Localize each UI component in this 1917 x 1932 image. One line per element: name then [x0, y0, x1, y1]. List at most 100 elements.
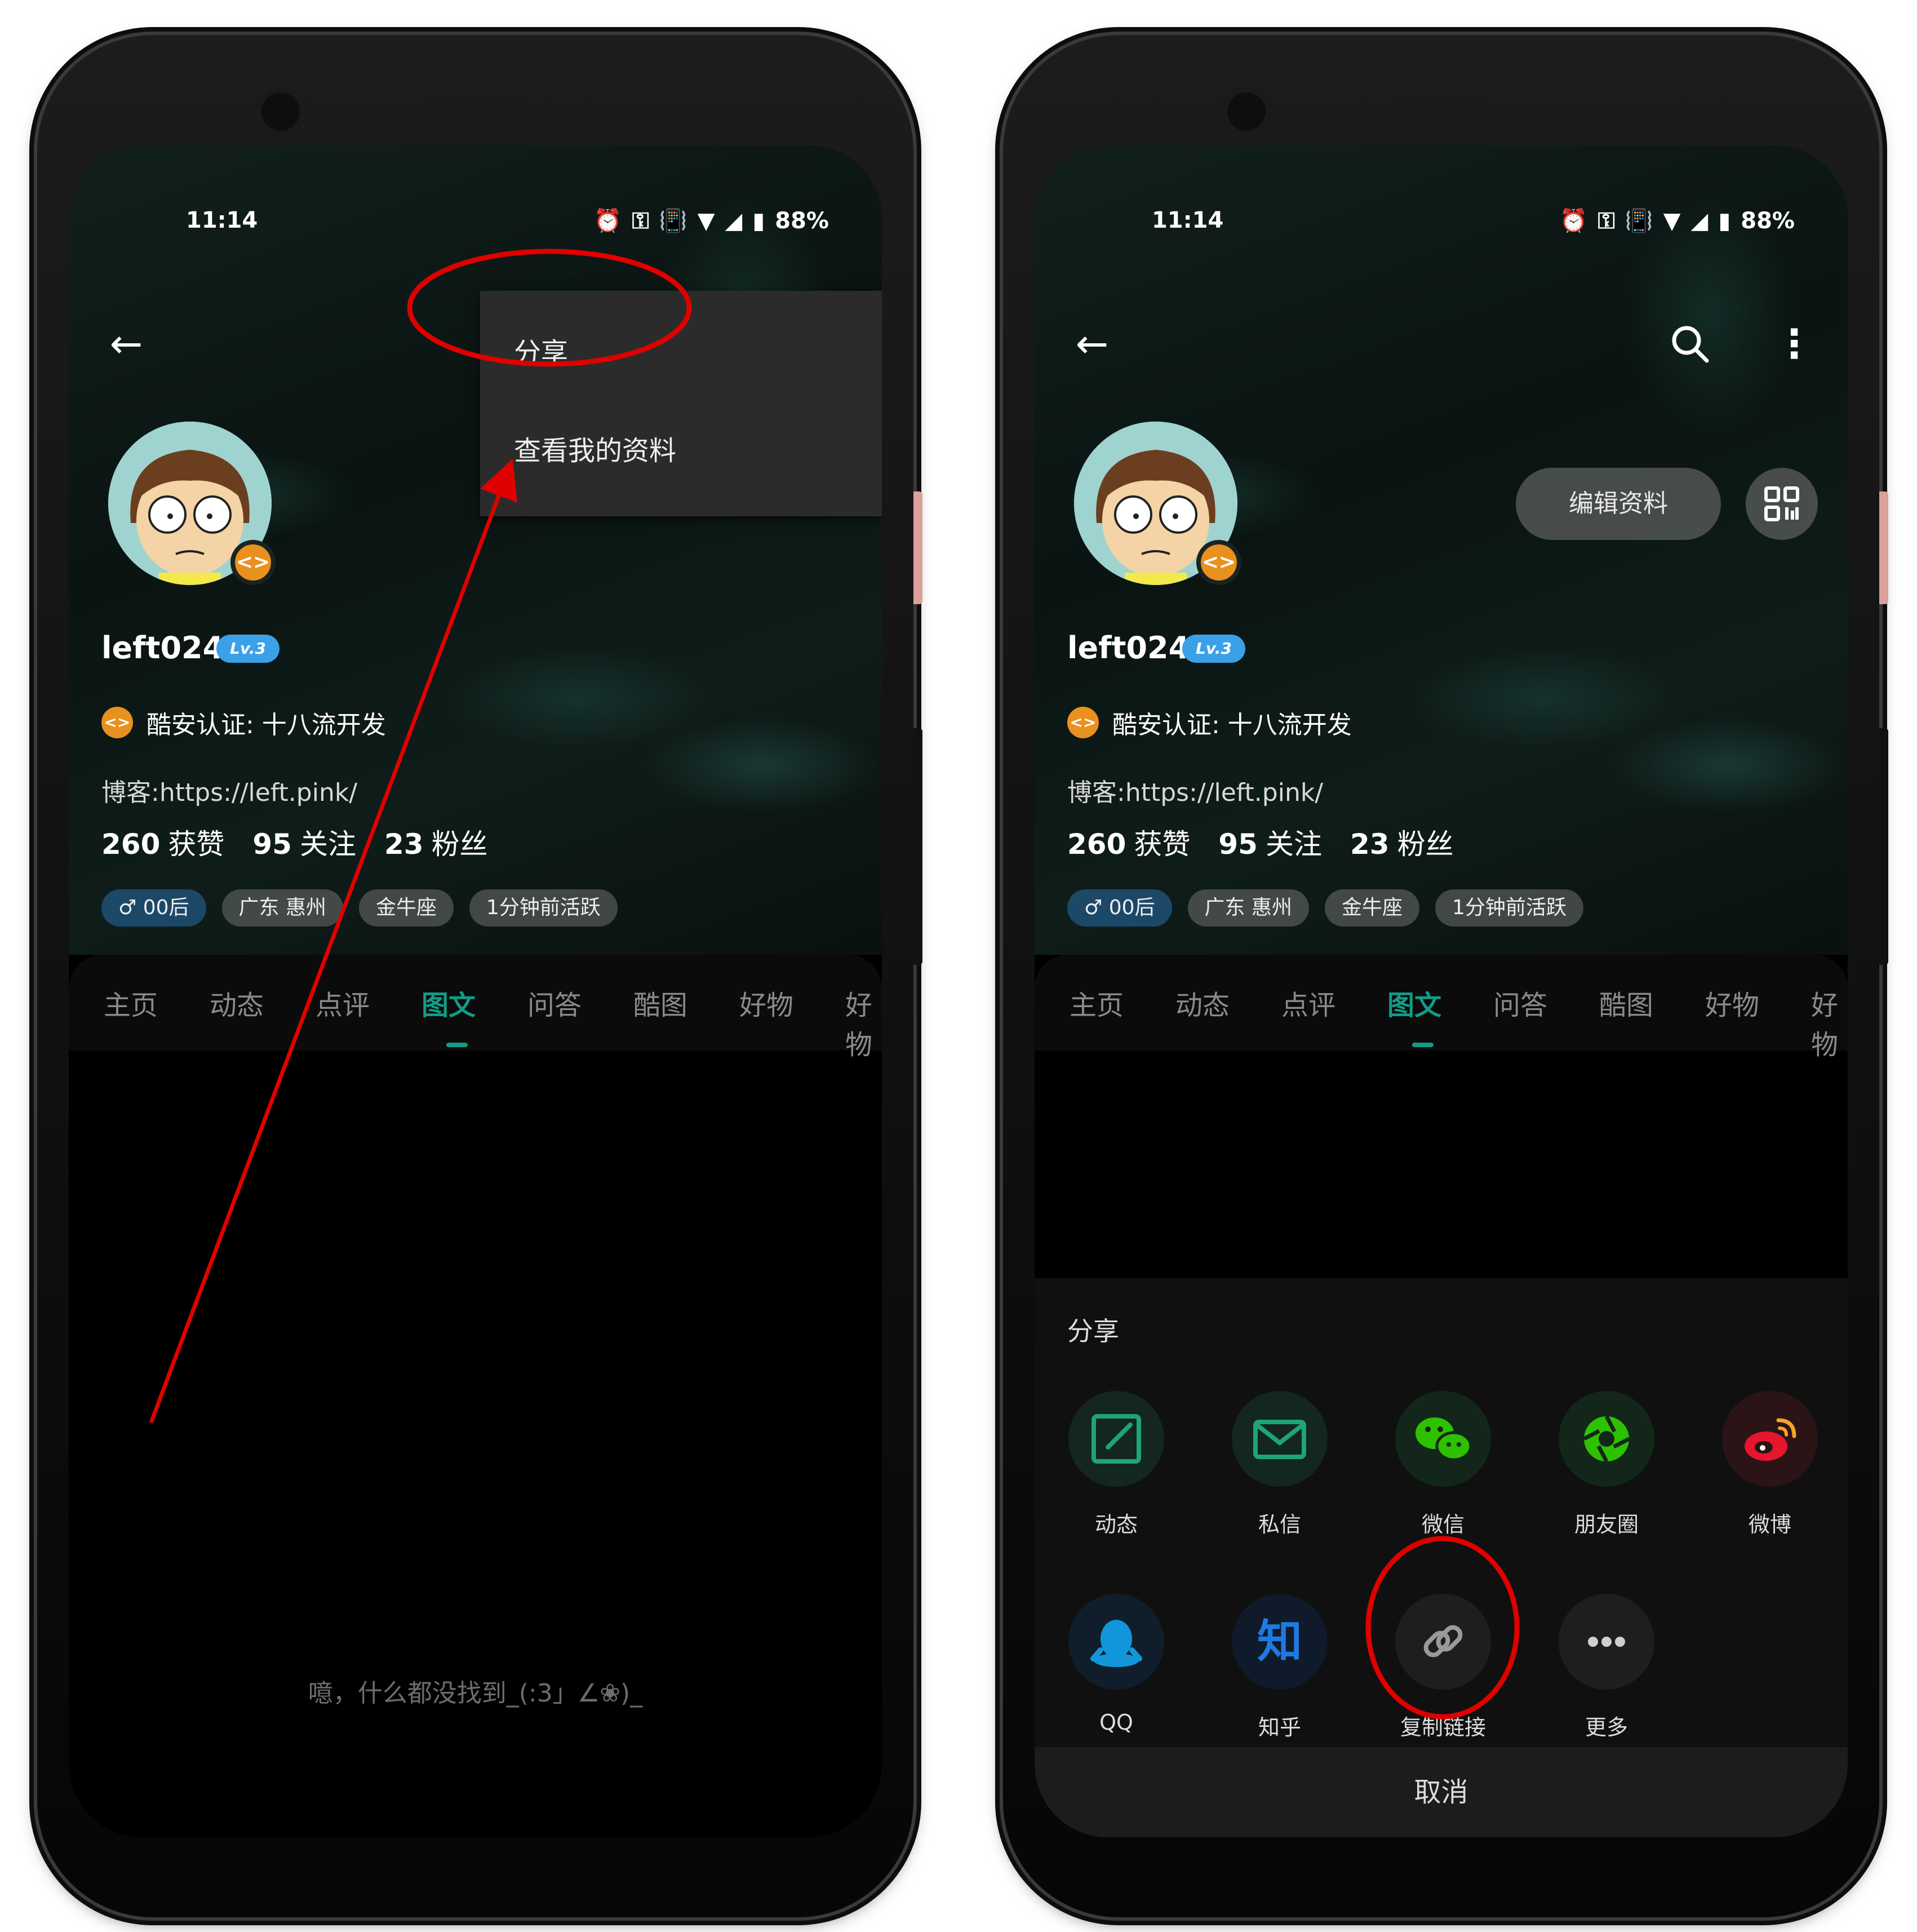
- cancel-button[interactable]: 取消: [1035, 1747, 1848, 1837]
- status-bar: 11:14 ⏰ ⚿ 📳 ▼ ◢ ▮ 88%: [1035, 207, 1848, 241]
- status-time: 11:14: [1152, 207, 1224, 233]
- share-sheet: 分享 动态 私信 微信 朋友圈 微博 QQ 知 知乎 复制链接 更多 取消: [1035, 1278, 1848, 1837]
- vpn-key-icon: ⚿: [1598, 207, 1615, 234]
- stat-following[interactable]: 95 关注: [1218, 822, 1322, 862]
- developer-badge-icon: <>: [1067, 707, 1099, 738]
- verification-row: <> 酷安认证: 十八流开发: [101, 704, 386, 741]
- tag-gender-age: ♂ 00后: [101, 889, 206, 927]
- battery-icon: ▮: [752, 207, 765, 234]
- share-more-button[interactable]: 更多: [1545, 1594, 1668, 1741]
- qr-code-icon: [1764, 486, 1799, 521]
- edit-profile-button[interactable]: 编辑资料: [1516, 468, 1721, 540]
- profile-stats: 260 获赞 95 关注 23 粉丝: [1067, 822, 1454, 862]
- tag-zodiac: 金牛座: [358, 889, 454, 927]
- cell-signal-icon: ◢: [725, 207, 743, 234]
- tab-feed[interactable]: 动态: [1175, 983, 1230, 1022]
- blog-link[interactable]: 博客:https://left.pink/: [1067, 772, 1323, 808]
- profile-tags: ♂ 00后 广东 惠州 金牛座 1分钟前活跃: [1067, 889, 1583, 927]
- edit-icon: [1068, 1391, 1164, 1487]
- search-icon[interactable]: [1667, 321, 1712, 366]
- status-time: 11:14: [186, 207, 258, 233]
- blog-link[interactable]: 博客:https://left.pink/: [101, 772, 357, 808]
- tab-articles[interactable]: 图文: [421, 983, 476, 1022]
- wechat-icon: [1395, 1391, 1491, 1487]
- menu-item-share[interactable]: 分享: [514, 330, 568, 370]
- stat-followers[interactable]: 23 粉丝: [1350, 822, 1454, 862]
- wifi-icon: ▼: [697, 207, 715, 234]
- battery-percent: 88%: [775, 207, 829, 234]
- volume-button: [913, 491, 922, 604]
- tab-home[interactable]: 主页: [1070, 983, 1124, 1022]
- tab-cool-pics[interactable]: 酷图: [633, 983, 687, 1022]
- qr-code-button[interactable]: [1746, 468, 1818, 540]
- tab-reviews[interactable]: 点评: [1281, 983, 1335, 1022]
- tag-location: 广东 惠州: [1187, 889, 1309, 927]
- share-message-button[interactable]: 私信: [1218, 1391, 1342, 1538]
- verification-row: <> 酷安认证: 十八流开发: [1067, 704, 1352, 741]
- weibo-icon: [1722, 1391, 1818, 1487]
- profile-tabs: 主页 动态 点评 图文 问答 酷图 好物 好物: [1035, 955, 1848, 1061]
- moments-icon: [1559, 1391, 1654, 1487]
- power-button: [1879, 728, 1888, 965]
- share-copy-link-button[interactable]: 复制链接: [1381, 1594, 1505, 1741]
- profile-stats: 260 获赞 95 关注 23 粉丝: [101, 822, 488, 862]
- username: left024: [101, 630, 224, 666]
- status-icons: ⏰ ⚿ 📳 ▼ ◢ ▮ 88%: [594, 207, 829, 234]
- tag-active: 1分钟前活跃: [1435, 889, 1583, 927]
- share-label: QQ: [1099, 1710, 1133, 1735]
- tab-home[interactable]: 主页: [104, 983, 158, 1022]
- tab-goods-2[interactable]: 好物: [845, 983, 882, 1062]
- share-weibo-button[interactable]: 微博: [1708, 1391, 1832, 1538]
- profile-tabs: 主页 动态 点评 图文 问答 酷图 好物 好物: [69, 955, 882, 1061]
- tab-cool-pics[interactable]: 酷图: [1599, 983, 1653, 1022]
- qq-icon: [1068, 1594, 1164, 1690]
- cell-signal-icon: ◢: [1690, 207, 1709, 234]
- vibrate-icon: 📳: [1625, 208, 1653, 234]
- tab-goods-2[interactable]: 好物: [1811, 983, 1848, 1062]
- share-qq-button[interactable]: QQ: [1054, 1594, 1178, 1735]
- volume-button: [1879, 491, 1888, 604]
- stat-likes[interactable]: 260 获赞: [101, 822, 224, 862]
- share-zhihu-button[interactable]: 知 知乎: [1218, 1594, 1342, 1741]
- battery-percent: 88%: [1741, 207, 1795, 234]
- phone-right: 11:14 ⏰ ⚿ 📳 ▼ ◢ ▮ 88% ← ⋮ <> 编辑资料 left02…: [1003, 35, 1888, 1917]
- tab-goods[interactable]: 好物: [739, 983, 793, 1022]
- link-icon: [1395, 1594, 1491, 1690]
- back-arrow-icon[interactable]: ←: [1070, 321, 1115, 366]
- screen-right: 11:14 ⏰ ⚿ 📳 ▼ ◢ ▮ 88% ← ⋮ <> 编辑资料 left02…: [1035, 145, 1848, 1837]
- phone-left: 11:14 ⏰ ⚿ 📳 ▼ ◢ ▮ 88% ← <> left024 Lv.3 …: [37, 35, 922, 1917]
- verification-text: 酷安认证: 十八流开发: [1112, 711, 1352, 739]
- tab-articles[interactable]: 图文: [1387, 983, 1441, 1022]
- empty-state-text: 噫，什么都没找到_(:3」∠❀)_: [308, 1679, 643, 1708]
- tab-goods[interactable]: 好物: [1705, 983, 1759, 1022]
- share-feed-button[interactable]: 动态: [1054, 1391, 1178, 1538]
- stat-following[interactable]: 95 关注: [252, 822, 356, 862]
- back-arrow-icon[interactable]: ←: [104, 321, 149, 366]
- tag-zodiac: 金牛座: [1324, 889, 1419, 927]
- tag-location: 广东 惠州: [221, 889, 343, 927]
- tab-indicator: [1412, 1043, 1434, 1047]
- tab-feed[interactable]: 动态: [210, 983, 264, 1022]
- vibrate-icon: 📳: [659, 208, 687, 234]
- earpiece-speaker: [426, 98, 522, 109]
- alarm-icon: ⏰: [593, 208, 622, 234]
- battery-icon: ▮: [1718, 207, 1731, 234]
- tab-qa[interactable]: 问答: [1493, 983, 1547, 1022]
- tag-gender-age: ♂ 00后: [1067, 889, 1172, 927]
- tab-reviews[interactable]: 点评: [316, 983, 370, 1022]
- tab-qa[interactable]: 问答: [527, 983, 582, 1022]
- status-icons: ⏰ ⚿ 📳 ▼ ◢ ▮ 88%: [1560, 207, 1795, 234]
- stat-likes[interactable]: 260 获赞: [1067, 822, 1190, 862]
- share-label: 朋友圈: [1574, 1512, 1639, 1537]
- share-moments-button[interactable]: 朋友圈: [1545, 1391, 1668, 1538]
- zhihu-icon: 知: [1232, 1594, 1328, 1690]
- more-vertical-icon[interactable]: ⋮: [1774, 321, 1814, 366]
- share-label: 微博: [1748, 1512, 1791, 1537]
- username: left024: [1067, 630, 1190, 666]
- wifi-icon: ▼: [1663, 207, 1681, 234]
- level-badge: Lv.3: [1182, 635, 1245, 663]
- share-wechat-button[interactable]: 微信: [1381, 1391, 1505, 1538]
- share-label: 动态: [1094, 1512, 1138, 1537]
- stat-followers[interactable]: 23 粉丝: [384, 822, 488, 862]
- menu-item-view-profile[interactable]: 查看我的资料: [514, 428, 676, 468]
